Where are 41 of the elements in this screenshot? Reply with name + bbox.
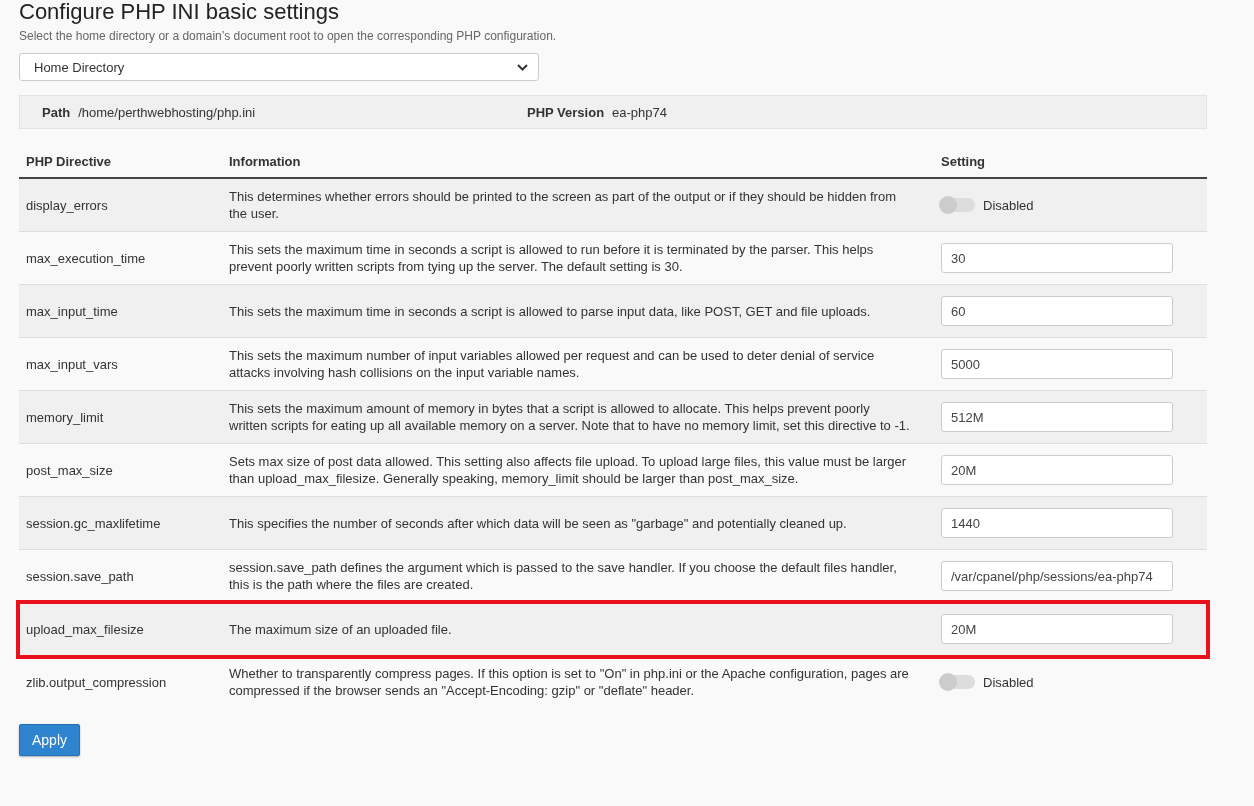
info-label: PHP Version: [527, 104, 605, 120]
toggle-switch[interactable]: [941, 675, 975, 689]
directory-select[interactable]: Home Directory: [19, 53, 539, 81]
directive-info: session.save_path defines the argument which is passed to the save handler. If you choose the default files handler, this is the path where the files are created.: [229, 560, 897, 592]
setting-input[interactable]: 20M: [941, 614, 1173, 644]
directive-name: max_input_vars: [26, 356, 118, 372]
directive-info: This sets the maximum time in seconds a script is allowed to run before it is terminated by the parser. This helps prevent poorly written scripts from tying up the server. The default setting is 30.: [229, 242, 874, 274]
setting-input[interactable]: 20M: [941, 455, 1173, 485]
directive-name: max_input_time: [26, 303, 118, 319]
info-label: Path: [42, 104, 71, 120]
info-value: /home/perthwebhosting/php.ini: [78, 104, 256, 120]
directive-name: memory_limit: [26, 409, 104, 425]
page-description: Select the home directory or a domain’s document root to open the corresponding PHP configuration.: [19, 29, 558, 43]
page-title: Configure PHP INI basic settings: [19, 0, 340, 24]
directive-info: Sets max size of post data allowed. This setting also affects file upload. To upload large files, this value must be larger than upload_max_filesize. Generally speaking, memory_limit should be larger than post_max_size.: [229, 454, 907, 486]
chevron-down-icon: [517, 63, 528, 71]
directive-name: session.gc_maxlifetime: [26, 515, 161, 531]
setting-input[interactable]: /var/cpanel/php/sessions/ea-php74: [941, 561, 1173, 591]
directive-name: upload_max_filesize: [26, 621, 144, 637]
toggle-switch[interactable]: [941, 198, 975, 212]
setting-input[interactable]: 60: [941, 296, 1173, 326]
directive-info: Whether to transparently compress pages. If this option is set to "On" in php.ini or the Apache configuration, pages are compressed if the browser sends an "Accept-Encoding: gzip" or "deflate" header.: [229, 666, 909, 698]
apply-button[interactable]: Apply: [19, 724, 81, 756]
setting-input[interactable]: 30: [941, 243, 1173, 273]
setting-input[interactable]: 512M: [941, 402, 1173, 432]
directive-info: This specifies the number of seconds after which data will be seen as "garbage" and potentially cleaned up.: [229, 515, 847, 531]
directive-name: zlib.output_compression: [26, 674, 167, 690]
directive-info: This sets the maximum number of input variables allowed per request and can be used to deter denial of service attacks involving hash collisions on the input variable names.: [229, 348, 875, 380]
toggle-label: Disabled: [983, 673, 1034, 691]
info-value: ea-php74: [612, 104, 668, 120]
directive-name: session.save_path: [26, 568, 134, 584]
directive-info: This sets the maximum amount of memory in bytes that a script is allowed to allocate. This helps prevent poorly written scripts for eating up all available memory on a server. Note that to have no memory limit, set this directive to -1.: [229, 401, 910, 433]
setting-input[interactable]: 5000: [941, 349, 1173, 379]
directive-name: post_max_size: [26, 462, 113, 478]
directive-info: This determines whether errors should be printed to the screen as part of the output or if they should be hidden from the user.: [229, 189, 896, 221]
toggle-label: Disabled: [983, 196, 1034, 214]
directive-name: max_execution_time: [26, 250, 146, 266]
setting-input[interactable]: 1440: [941, 508, 1173, 538]
directive-info: The maximum size of an uploaded file.: [229, 621, 452, 637]
directive-name: display_errors: [26, 197, 108, 213]
directive-info: This sets the maximum time in seconds a script is allowed to parse input data, like POST, GET and file uploads.: [229, 303, 871, 319]
